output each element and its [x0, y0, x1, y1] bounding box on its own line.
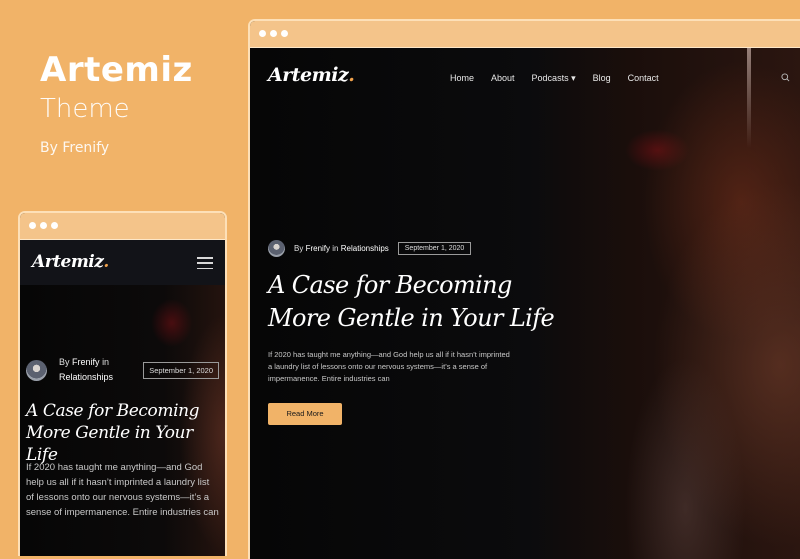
promo-brand: Artemiz	[40, 50, 193, 90]
category-link[interactable]: Relationships	[341, 244, 389, 253]
mobile-preview-window: Artemiz. By Frenify in Relationships Sep…	[18, 211, 227, 556]
post-excerpt: If 2020 has taught me anything—and God h…	[268, 350, 510, 383]
nav-blog[interactable]: Blog	[593, 73, 611, 84]
desktop-preview-window: Artemiz. Home About Podcasts ▾ Blog Cont…	[248, 19, 800, 559]
post-date: September 1, 2020	[397, 242, 472, 255]
author-link[interactable]: Frenify	[72, 357, 100, 367]
post-title[interactable]: A Case for Becoming More Gentle in Your …	[268, 269, 568, 335]
site-logo[interactable]: Artemiz.	[32, 252, 109, 272]
mobile-header: Artemiz.	[20, 240, 225, 285]
author-avatar	[268, 240, 285, 257]
post-date: September 1, 2020	[143, 361, 219, 379]
author-link[interactable]: Frenify	[306, 244, 330, 253]
window-titlebar	[20, 213, 225, 240]
window-dots	[29, 222, 58, 229]
promo-heading: Artemiz Theme By Frenify	[40, 50, 193, 156]
hero-background: Artemiz. Home About Podcasts ▾ Blog Cont…	[250, 48, 800, 559]
read-more-button[interactable]: Read More	[268, 403, 342, 425]
window-dots	[259, 30, 288, 37]
by-label: By	[59, 357, 70, 367]
post-excerpt: If 2020 has taught me anything—and God h…	[26, 462, 219, 518]
site-logo[interactable]: Artemiz.	[268, 64, 355, 86]
author-avatar	[26, 359, 47, 381]
hamburger-icon[interactable]	[197, 257, 213, 269]
post-meta: By Frenify in Relationships September 1,…	[268, 240, 568, 257]
post-byline: By Frenify in Relationships	[59, 355, 113, 385]
main-nav: Home About Podcasts ▾ Blog Contact	[450, 73, 659, 84]
nav-about[interactable]: About	[491, 73, 515, 84]
window-titlebar	[250, 21, 800, 48]
site-header: Artemiz. Home About Podcasts ▾ Blog Cont…	[250, 48, 800, 108]
in-label: in	[332, 244, 339, 253]
featured-post: By Frenify in Relationships September 1,…	[268, 240, 568, 425]
post-meta: By Frenify in Relationships September 1,…	[26, 355, 219, 385]
promo-author: By Frenify	[40, 140, 110, 156]
nav-home[interactable]: Home	[450, 73, 474, 84]
promo-subtitle: Theme	[40, 94, 130, 124]
post-title[interactable]: A Case for Becoming More Gentle in Your …	[26, 400, 221, 466]
nav-contact[interactable]: Contact	[628, 73, 659, 84]
in-label: in	[102, 357, 110, 367]
search-icon[interactable]	[781, 73, 790, 82]
nav-podcasts[interactable]: Podcasts ▾	[532, 73, 576, 84]
by-label: By	[294, 244, 304, 253]
mobile-hero: By Frenify in Relationships September 1,…	[20, 285, 225, 556]
category-link[interactable]: Relationships	[59, 372, 113, 382]
